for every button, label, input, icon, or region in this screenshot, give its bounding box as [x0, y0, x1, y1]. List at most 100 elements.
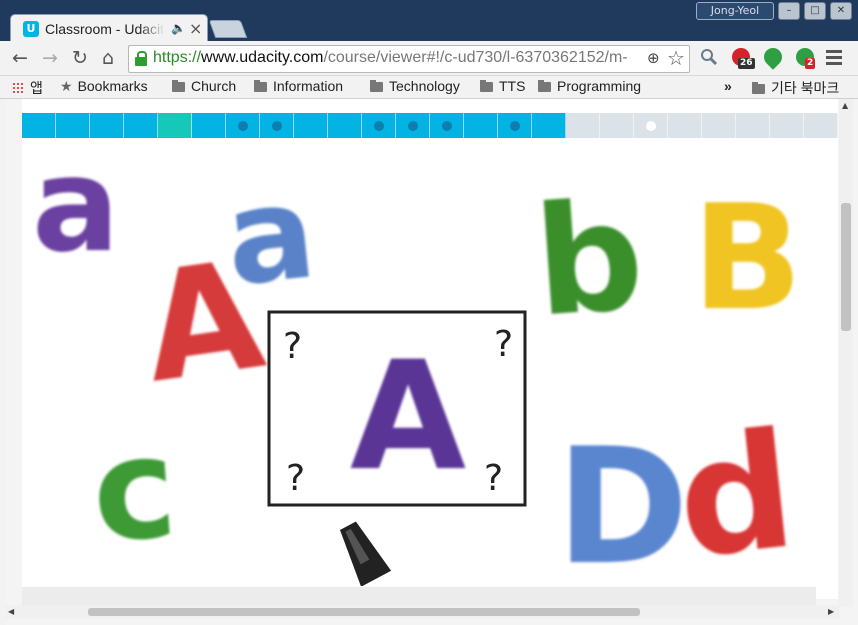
progress-segment[interactable] [634, 113, 668, 138]
forward-button[interactable]: → [38, 46, 62, 70]
vertical-scrollbar[interactable]: ▲ [839, 99, 853, 607]
lesson-progress-bar [22, 113, 838, 138]
scroll-right-icon[interactable]: ▶ [828, 607, 834, 616]
progress-segment[interactable] [668, 113, 702, 138]
bookmark-folder-church[interactable]: Church [172, 78, 236, 94]
progress-segment[interactable] [124, 113, 158, 138]
progress-segment[interactable] [260, 113, 294, 138]
progress-segment[interactable] [430, 113, 464, 138]
video-player[interactable]: a A a b B c D d ? ? ? ? A [22, 138, 838, 586]
bookmark-label: Information [273, 78, 344, 94]
progress-segment[interactable] [702, 113, 736, 138]
url-text[interactable]: https://www.udacity.com/course/viewer#!/… [153, 49, 647, 67]
url-path: /course/viewer#!/c-ud730/l-6370362152/m- [323, 49, 628, 66]
bookmark-folder-tts[interactable]: TTS [480, 78, 525, 94]
bookmark-folder-information[interactable]: Information [254, 78, 343, 94]
star-icon: ★ [60, 78, 73, 94]
toolbar: ← → ↻ ⌂ https://www.udacity.com/course/v… [0, 41, 858, 76]
udacity-favicon-icon: U [23, 21, 39, 37]
magnet-letter-d-red: d [669, 396, 802, 586]
progress-segment[interactable] [532, 113, 566, 138]
close-window-button[interactable]: ✕ [830, 2, 852, 20]
reload-button[interactable]: ↻ [68, 46, 92, 70]
progress-segment[interactable] [736, 113, 770, 138]
lock-icon[interactable] [135, 51, 147, 66]
quiz-dot-icon [271, 120, 282, 131]
quiz-dot-icon [509, 120, 520, 131]
magnet-letter-b-green: b [530, 169, 649, 350]
zoom-icon[interactable]: ⊕ [647, 49, 660, 67]
bookmark-bookmarks[interactable]: ★ Bookmarks [60, 78, 148, 95]
magnet-letter-a-blue: a [219, 155, 322, 315]
green-d-extension-icon[interactable]: 2 [796, 48, 816, 69]
maximize-button[interactable]: □ [804, 2, 826, 20]
extension-badge: 26 [738, 58, 755, 69]
bookmark-folder-technology[interactable]: Technology [370, 78, 460, 94]
progress-segment[interactable] [226, 113, 260, 138]
progress-segment[interactable] [464, 113, 498, 138]
question-mark: ? [286, 458, 305, 499]
folder-icon [752, 82, 765, 94]
progress-segment[interactable] [56, 113, 90, 138]
bookmark-star-icon[interactable]: ☆ [667, 46, 685, 70]
center-letter-A: A [350, 330, 466, 504]
profile-button[interactable]: Jong-Yeol [696, 2, 774, 20]
new-tab-button[interactable] [208, 20, 248, 38]
home-button[interactable]: ⌂ [96, 46, 120, 70]
horizontal-scrollbar[interactable]: ◀ ▶ [6, 605, 839, 619]
bookmarks-overflow-button[interactable]: » [724, 78, 732, 94]
tab-title-fade [139, 19, 165, 41]
pen-tip [340, 521, 392, 586]
progress-segment[interactable] [192, 113, 226, 138]
quiz-dot-icon [645, 120, 656, 131]
speaker-icon[interactable]: 🔈 [171, 21, 186, 35]
scroll-up-icon[interactable]: ▲ [842, 101, 848, 110]
progress-segment[interactable] [90, 113, 124, 138]
folder-icon [172, 80, 185, 92]
magnet-letter-c-green: c [87, 406, 181, 574]
video-frame: a A a b B c D d ? ? ? ? A [32, 138, 803, 586]
scroll-left-icon[interactable]: ◀ [8, 607, 14, 616]
folder-icon [480, 80, 493, 92]
minimize-button[interactable]: – [778, 2, 800, 20]
progress-segment[interactable] [158, 113, 192, 138]
bookmark-label: Technology [389, 78, 460, 94]
progress-segment[interactable] [328, 113, 362, 138]
url-scheme: https:// [153, 49, 202, 66]
apps-shortcut[interactable]: 앱 [12, 78, 43, 98]
magnet-letter-D-blue: D [556, 413, 689, 586]
quiz-dot-icon [373, 120, 384, 131]
bookmarks-bar: 앱 ★ Bookmarks Church Information Technolo… [0, 76, 858, 99]
progress-segment[interactable] [22, 113, 56, 138]
menu-icon[interactable] [826, 50, 842, 68]
back-button[interactable]: ← [8, 46, 32, 70]
green-pin-extension-icon[interactable] [760, 44, 786, 70]
search-extension-icon[interactable] [700, 48, 718, 66]
progress-segment[interactable] [362, 113, 396, 138]
vertical-scroll-thumb[interactable] [841, 203, 851, 331]
bookmark-label: TTS [499, 78, 526, 94]
page-left-border [0, 99, 6, 625]
bookmark-label: Bookmarks [77, 78, 148, 94]
apps-grid-icon [12, 82, 24, 94]
tab-close-icon[interactable]: × [189, 19, 202, 38]
progress-segment[interactable] [294, 113, 328, 138]
progress-segment[interactable] [498, 113, 532, 138]
magnet-letter-B-yellow: B [692, 174, 803, 343]
extension-badge: 2 [805, 58, 816, 69]
bookmark-folder-programming[interactable]: Programming [538, 78, 641, 94]
bookmark-label: Church [191, 78, 237, 94]
progress-segment[interactable] [566, 113, 600, 138]
quiz-dot-icon [407, 120, 418, 131]
horizontal-scroll-thumb[interactable] [88, 608, 640, 616]
progress-segment[interactable] [600, 113, 634, 138]
other-bookmarks-folder[interactable]: 기타 북마크 [752, 78, 839, 98]
magnet-letter-a-purple: a [32, 138, 120, 281]
red-extension-icon[interactable]: 26 [732, 48, 755, 69]
folder-icon [538, 80, 551, 92]
progress-segment[interactable] [770, 113, 804, 138]
question-mark: ? [484, 458, 503, 499]
progress-segment[interactable] [804, 113, 838, 138]
address-bar[interactable]: https://www.udacity.com/course/viewer#!/… [128, 45, 690, 73]
progress-segment[interactable] [396, 113, 430, 138]
